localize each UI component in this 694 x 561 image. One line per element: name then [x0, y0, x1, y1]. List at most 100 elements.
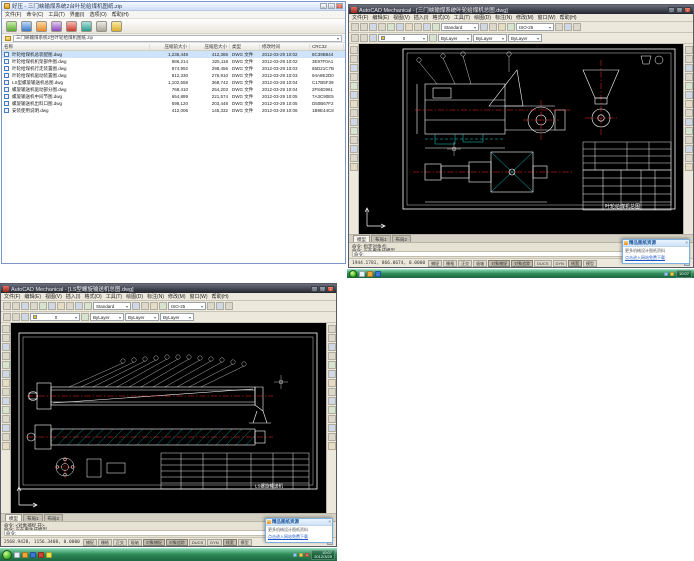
pan-icon[interactable]: [132, 302, 140, 310]
column-packed[interactable]: 压缩后大小: [190, 43, 230, 50]
array-icon[interactable]: [327, 361, 336, 369]
layer-previous-icon[interactable]: [81, 313, 89, 321]
column-date[interactable]: 修改时间: [260, 43, 310, 50]
tab-model[interactable]: 模型: [353, 235, 370, 242]
explode-icon[interactable]: [327, 442, 336, 450]
new-icon[interactable]: [351, 23, 359, 31]
mirror-icon[interactable]: [327, 343, 336, 351]
zoom-icon[interactable]: [141, 302, 149, 310]
cad-titlebar[interactable]: AutoCAD Mechanical - [LS型螺旋输送机总图.dwg] – …: [1, 284, 336, 293]
grid-toggle[interactable]: 栅格: [443, 259, 458, 267]
quicklaunch-icon[interactable]: [30, 552, 36, 558]
point-icon[interactable]: [349, 118, 358, 126]
polyline-icon[interactable]: [349, 55, 358, 63]
chamfer-icon[interactable]: [327, 433, 336, 441]
region-icon[interactable]: [1, 433, 10, 441]
paste-icon[interactable]: [414, 23, 422, 31]
system-tray-clock[interactable]: 10:07: [675, 270, 692, 278]
chevron-down-icon[interactable]: ▾: [126, 304, 128, 309]
maximize-button[interactable]: □: [319, 285, 326, 292]
ellipse-icon[interactable]: [1, 415, 10, 423]
otrack-toggle[interactable]: 对象追踪: [165, 538, 188, 546]
line-icon[interactable]: [349, 46, 358, 54]
line-icon[interactable]: [1, 325, 10, 333]
designcenter-icon[interactable]: [564, 23, 572, 31]
column-crc[interactable]: CRC32: [310, 44, 344, 49]
menu-item-modify[interactable]: 修改(M): [516, 14, 534, 21]
column-type[interactable]: 类型: [230, 43, 260, 50]
copy-icon[interactable]: [57, 302, 65, 310]
address-input[interactable]: 三门峡输煤系统2台叶轮给煤机图纸.zip ▾: [13, 34, 342, 42]
open-icon[interactable]: [360, 23, 368, 31]
chevron-down-icon[interactable]: ▾: [119, 315, 121, 320]
stretch-icon[interactable]: [327, 397, 336, 405]
popup-header[interactable]: 精品图纸资源 ×: [623, 240, 689, 247]
scale-icon[interactable]: [327, 388, 336, 396]
find-icon[interactable]: [81, 20, 92, 32]
popup-link[interactable]: 点击进入网站免费下载: [268, 534, 330, 540]
maximize-button[interactable]: □: [328, 3, 335, 9]
hatch-icon[interactable]: [349, 91, 358, 99]
undo-icon[interactable]: [75, 302, 83, 310]
menu-item-edit[interactable]: 编辑(E): [24, 293, 41, 300]
maximize-button[interactable]: □: [676, 6, 683, 13]
test-icon[interactable]: [36, 20, 47, 32]
make-layer-current-icon[interactable]: [21, 313, 29, 321]
start-button[interactable]: [349, 270, 357, 278]
new-icon[interactable]: [3, 302, 11, 310]
file-row[interactable]: LS型螺旋输送机总图.dwg 1,102,558 368,742 DWG 文件 …: [2, 79, 345, 86]
drawing-canvas[interactable]: 叶轮给煤机总图: [359, 44, 683, 234]
stretch-icon[interactable]: [684, 118, 693, 126]
tray-icon[interactable]: [669, 272, 674, 276]
copy-icon[interactable]: [405, 23, 413, 31]
mirror-icon[interactable]: [684, 64, 693, 72]
zoom-previous-icon[interactable]: [159, 302, 167, 310]
pan-icon[interactable]: [480, 23, 488, 31]
tab-layout1[interactable]: 布局1: [23, 514, 43, 521]
quicklaunch-icon[interactable]: [22, 552, 28, 558]
spline-icon[interactable]: [1, 406, 10, 414]
file-row[interactable]: 叶轮给煤机总装配图.dwg 1,236,448 412,365 DWG 文件 2…: [2, 51, 345, 58]
quicklaunch-icon[interactable]: [46, 552, 52, 558]
properties-icon[interactable]: [555, 23, 563, 31]
quicklaunch-icon[interactable]: [375, 271, 381, 277]
undo-icon[interactable]: [423, 23, 431, 31]
column-size[interactable]: 压缩前大小: [150, 43, 190, 50]
delete-icon[interactable]: [66, 20, 77, 32]
copy-object-icon[interactable]: [327, 334, 336, 342]
plot-icon[interactable]: [30, 302, 38, 310]
wizard-icon[interactable]: [96, 20, 107, 32]
file-row[interactable]: 叶轮给煤机机架部件图.dwg 986,214 325,118 DWG 文件 20…: [2, 58, 345, 65]
lineweight-combo[interactable]: ByLayer ▾: [508, 34, 542, 42]
tray-icon[interactable]: [299, 553, 304, 557]
paste-icon[interactable]: [66, 302, 74, 310]
circle-icon[interactable]: [1, 343, 10, 351]
tray-icon[interactable]: [663, 272, 668, 276]
style-combo[interactable]: Standard ▾: [441, 23, 479, 31]
minimize-button[interactable]: –: [320, 3, 327, 9]
designcenter-icon[interactable]: [216, 302, 224, 310]
popup-close-icon[interactable]: ×: [685, 240, 688, 245]
menu-item-tools[interactable]: 工具(T): [454, 14, 470, 21]
array-icon[interactable]: [684, 82, 693, 90]
menu-item-modify[interactable]: 修改(M): [168, 293, 186, 300]
make-layer-current-icon[interactable]: [369, 34, 377, 42]
file-row[interactable]: 螺旋输送机驱动部分图.dwg 768,410 254,203 DWG 文件 20…: [2, 86, 345, 93]
help-icon[interactable]: [225, 302, 233, 310]
layer-manager-icon[interactable]: [351, 34, 359, 42]
menu-item-edit[interactable]: 编辑(E): [372, 14, 389, 21]
chevron-down-icon[interactable]: ▾: [502, 36, 504, 41]
snap-toggle[interactable]: 捕捉: [428, 259, 443, 267]
arc-icon[interactable]: [349, 73, 358, 81]
info-icon[interactable]: [111, 20, 122, 32]
block-icon[interactable]: [349, 109, 358, 117]
extend-icon[interactable]: [684, 136, 693, 144]
quicklaunch-icon[interactable]: [38, 552, 44, 558]
linetype-combo[interactable]: ByLayer ▾: [125, 313, 159, 321]
gradient-icon[interactable]: [1, 442, 10, 450]
layer-previous-icon[interactable]: [429, 34, 437, 42]
cut-icon[interactable]: [396, 23, 404, 31]
close-button[interactable]: ×: [327, 285, 334, 292]
menu-item-tools[interactable]: 工具(T): [48, 11, 64, 18]
cut-icon[interactable]: [48, 302, 56, 310]
